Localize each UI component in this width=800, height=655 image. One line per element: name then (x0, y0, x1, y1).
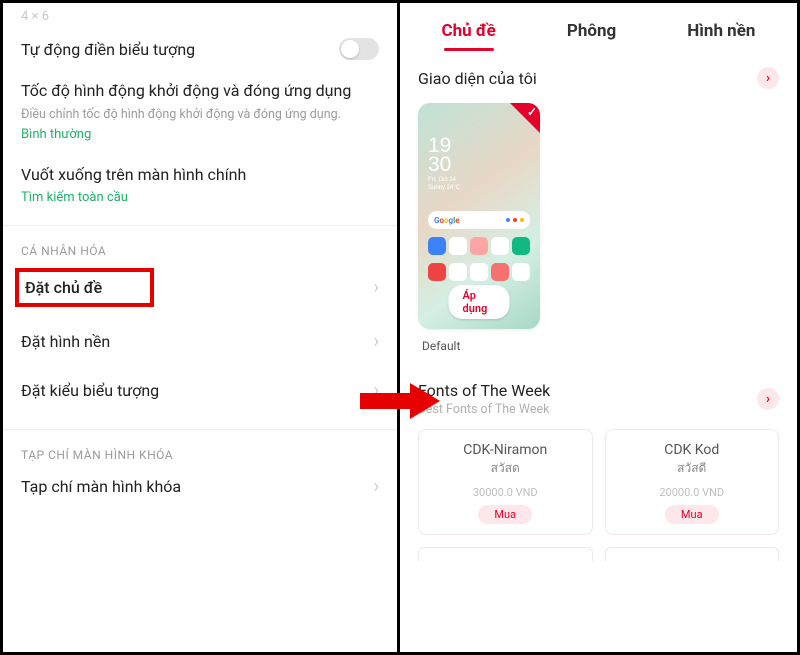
app-icon (428, 237, 446, 255)
set-theme-label: Đặt chủ đề (25, 278, 102, 297)
swipe-down-value: Tìm kiếm toàn cầu (21, 190, 379, 205)
store-tabs: Chủ đề Phông Hình nền (400, 3, 797, 51)
clock-widget: 19 30 Fri, Oct 24 Sunny 24°C (428, 137, 460, 192)
set-wallpaper-row[interactable]: Đặt hình nền › (21, 317, 379, 366)
apply-button[interactable]: Áp dụng (449, 285, 510, 319)
font-sample: สวัสดี (677, 459, 706, 478)
my-ui-title: Giao diện của tôi (418, 69, 537, 88)
font-name: CDK Kod (664, 442, 719, 458)
selected-check-icon (510, 103, 540, 133)
buy-button[interactable]: Mua (478, 505, 532, 524)
lockscreen-magazine-label: Tạp chí màn hình khóa (21, 477, 181, 496)
buy-button[interactable]: Mua (665, 505, 719, 524)
google-search-bar: Google (428, 211, 530, 229)
set-wallpaper-label: Đặt hình nền (21, 332, 110, 351)
app-icon (470, 263, 488, 281)
toggle-knob (341, 40, 359, 58)
app-icon (512, 237, 530, 255)
app-icon (491, 237, 509, 255)
tutorial-arrow-icon (360, 381, 440, 421)
tab-font[interactable]: Phông (561, 17, 622, 51)
font-card[interactable] (605, 547, 780, 561)
personalize-header: CÁ NHÂN HÓA (21, 244, 379, 258)
app-icon (428, 263, 446, 281)
fonts-of-week-section: Fonts of The Week Best Fonts of The Week… (400, 353, 797, 561)
font-card-row: CDK-Niramon สวัสด 30000.0 VND Mua CDK Ko… (418, 429, 779, 535)
tab-theme[interactable]: Chủ đề (436, 17, 502, 51)
chevron-right-icon[interactable]: › (757, 388, 779, 410)
set-theme-row[interactable]: Đặt chủ đề › (21, 258, 379, 317)
swipe-down-title: Vuốt xuống trên màn hình chính (21, 164, 379, 186)
animation-speed-row[interactable]: Tốc độ hình động khởi động và đóng ứng d… (21, 74, 379, 154)
chevron-right-icon[interactable]: › (757, 67, 779, 89)
set-icon-style-label: Đặt kiểu biểu tượng (21, 381, 159, 400)
auto-fill-label: Tự động điền biểu tượng (21, 40, 195, 59)
animation-speed-value: Bình thường (21, 127, 379, 142)
highlight-box: Đặt chủ đề (15, 268, 154, 307)
chevron-right-icon: › (374, 478, 379, 496)
font-name: CDK-Niramon (463, 442, 547, 458)
animation-speed-title: Tốc độ hình động khởi động và đóng ứng d… (21, 80, 379, 102)
layout-grid-value: 4 × 6 (21, 3, 379, 24)
animation-speed-desc: Điều chỉnh tốc độ hình động khởi động và… (21, 107, 379, 124)
font-price: 20000.0 VND (659, 486, 724, 499)
divider (3, 429, 397, 430)
app-icon (491, 263, 509, 281)
my-ui-header[interactable]: Giao diện của tôi › (418, 67, 779, 89)
theme-thumbnail: 19 30 Fri, Oct 24 Sunny 24°C Google (418, 103, 540, 329)
clock-minutes: 30 (428, 156, 460, 175)
font-card-row-partial (418, 547, 779, 561)
auto-fill-icons-row[interactable]: Tự động điền biểu tượng (21, 24, 379, 74)
lockscreen-magazine-header: TẠP CHÍ MÀN HÌNH KHÓA (21, 448, 379, 462)
font-card[interactable] (418, 547, 593, 561)
app-icon (470, 237, 488, 255)
font-card[interactable]: CDK Kod สวัสดี 20000.0 VND Mua (605, 429, 780, 535)
set-icon-style-row[interactable]: Đặt kiểu biểu tượng › (21, 366, 379, 415)
app-icon (449, 263, 467, 281)
tab-wallpaper[interactable]: Hình nền (681, 17, 761, 51)
font-card[interactable]: CDK-Niramon สวัสด 30000.0 VND Mua (418, 429, 593, 535)
settings-pane: 4 × 6 Tự động điền biểu tượng Tốc độ hìn… (3, 3, 400, 652)
theme-card[interactable]: 19 30 Fri, Oct 24 Sunny 24°C Google (418, 103, 540, 353)
divider (3, 225, 397, 226)
app-icon-row (428, 263, 530, 281)
fonts-header[interactable]: Fonts of The Week Best Fonts of The Week… (418, 381, 779, 417)
auto-fill-toggle[interactable] (339, 38, 379, 60)
chevron-right-icon: › (374, 333, 379, 351)
swipe-down-row[interactable]: Vuốt xuống trên màn hình chính Tìm kiếm … (21, 154, 379, 211)
clock-weather: Sunny 24°C (428, 185, 460, 192)
app-icon-row (428, 237, 530, 255)
lockscreen-magazine-row[interactable]: Tạp chí màn hình khóa › (21, 462, 379, 511)
font-price: 30000.0 VND (473, 486, 538, 499)
theme-name-label: Default (422, 339, 540, 353)
clock-date: Fri, Oct 24 (428, 177, 460, 184)
theme-store-pane: Chủ đề Phông Hình nền Giao diện của tôi … (400, 3, 797, 652)
google-logo-icon: Google (434, 216, 460, 225)
chevron-right-icon: › (374, 279, 379, 297)
font-sample: สวัสด (491, 459, 520, 478)
tutorial-frame: 4 × 6 Tự động điền biểu tượng Tốc độ hìn… (0, 0, 800, 655)
search-actions (506, 218, 524, 222)
app-icon (449, 237, 467, 255)
app-icon (512, 263, 530, 281)
my-ui-section: Giao diện của tôi › 19 30 Fri, Oct 24 Su… (400, 51, 797, 353)
